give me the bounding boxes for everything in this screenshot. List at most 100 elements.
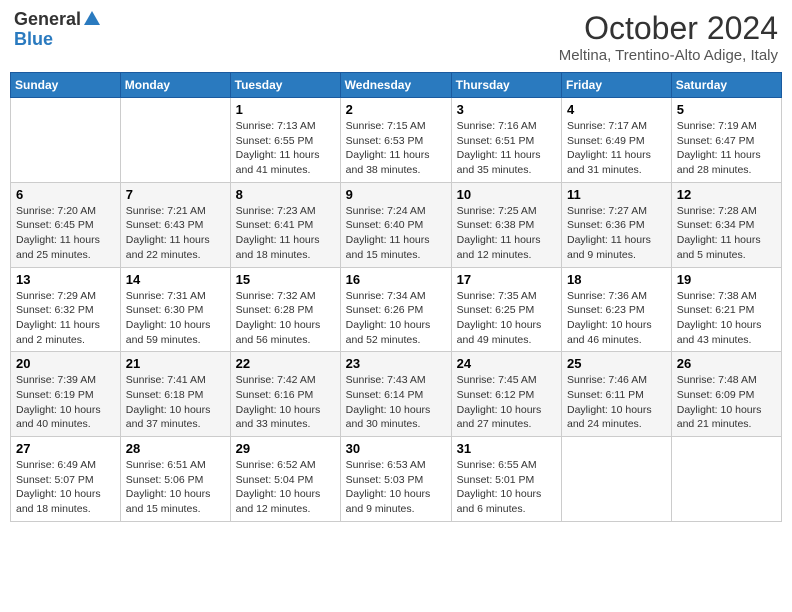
day-info: Sunrise: 7:39 AMSunset: 6:19 PMDaylight:…: [16, 373, 115, 432]
calendar-day-cell: 30 Sunrise: 6:53 AMSunset: 5:03 PMDayligh…: [340, 437, 451, 522]
day-info: Sunrise: 6:55 AMSunset: 5:01 PMDaylight:…: [457, 458, 556, 517]
day-of-week-header: Thursday: [451, 73, 561, 98]
day-number: 20: [16, 356, 115, 371]
day-number: 11: [567, 187, 666, 202]
calendar-day-cell: 19 Sunrise: 7:38 AMSunset: 6:21 PMDayligh…: [671, 267, 781, 352]
day-number: 2: [346, 102, 446, 117]
day-number: 3: [457, 102, 556, 117]
calendar-day-cell: 1 Sunrise: 7:13 AMSunset: 6:55 PMDaylight…: [230, 98, 340, 183]
calendar-day-cell: 7Sunrise: 7:21 AMSunset: 6:43 PMDaylight…: [120, 182, 230, 267]
day-number: 31: [457, 441, 556, 456]
day-info: Sunrise: 7:46 AMSunset: 6:11 PMDaylight:…: [567, 373, 666, 432]
calendar-day-cell: 14 Sunrise: 7:31 AMSunset: 6:30 PMDayligh…: [120, 267, 230, 352]
calendar-day-cell: 8 Sunrise: 7:23 AMSunset: 6:41 PMDaylight…: [230, 182, 340, 267]
page-header: General Blue October 2024 Meltina, Trent…: [10, 10, 782, 64]
day-info: Sunrise: 7:42 AMSunset: 6:16 PMDaylight:…: [236, 373, 335, 432]
calendar-day-cell: 25 Sunrise: 7:46 AMSunset: 6:11 PMDayligh…: [562, 352, 672, 437]
day-info: Sunrise: 7:43 AMSunset: 6:14 PMDaylight:…: [346, 373, 446, 432]
calendar-day-cell: 21Sunrise: 7:41 AMSunset: 6:18 PMDayligh…: [120, 352, 230, 437]
calendar-day-cell: 5 Sunrise: 7:19 AMSunset: 6:47 PMDaylight…: [671, 98, 781, 183]
calendar-day-cell: 17Sunrise: 7:35 AMSunset: 6:25 PMDayligh…: [451, 267, 561, 352]
calendar-day-cell: 16 Sunrise: 7:34 AMSunset: 6:26 PMDayligh…: [340, 267, 451, 352]
day-info: Sunrise: 7:13 AMSunset: 6:55 PMDaylight:…: [236, 119, 335, 178]
location-title: Meltina, Trentino-Alto Adige, Italy: [559, 47, 778, 64]
day-info: Sunrise: 7:38 AMSunset: 6:21 PMDaylight:…: [677, 289, 776, 348]
day-number: 5: [677, 102, 776, 117]
day-of-week-header: Sunday: [11, 73, 121, 98]
logo-triangle-icon: [83, 9, 101, 27]
calendar-week-row: 1 Sunrise: 7:13 AMSunset: 6:55 PMDaylight…: [11, 98, 782, 183]
day-number: 4: [567, 102, 666, 117]
calendar-day-cell: 9 Sunrise: 7:24 AMSunset: 6:40 PMDaylight…: [340, 182, 451, 267]
title-block: October 2024 Meltina, Trentino-Alto Adig…: [559, 10, 778, 64]
day-info: Sunrise: 7:23 AMSunset: 6:41 PMDaylight:…: [236, 204, 335, 263]
day-number: 6: [16, 187, 115, 202]
day-info: Sunrise: 6:53 AMSunset: 5:03 PMDaylight:…: [346, 458, 446, 517]
day-number: 9: [346, 187, 446, 202]
day-info: Sunrise: 7:27 AMSunset: 6:36 PMDaylight:…: [567, 204, 666, 263]
day-info: Sunrise: 7:20 AMSunset: 6:45 PMDaylight:…: [16, 204, 115, 263]
calendar-day-cell: 31 Sunrise: 6:55 AMSunset: 5:01 PMDayligh…: [451, 437, 561, 522]
day-number: 12: [677, 187, 776, 202]
day-number: 15: [236, 272, 335, 287]
day-info: Sunrise: 6:49 AMSunset: 5:07 PMDaylight:…: [16, 458, 115, 517]
calendar-day-cell: 4 Sunrise: 7:17 AMSunset: 6:49 PMDaylight…: [562, 98, 672, 183]
day-number: 7: [126, 187, 225, 202]
day-number: 22: [236, 356, 335, 371]
calendar-day-cell: 12 Sunrise: 7:28 AMSunset: 6:34 PMDayligh…: [671, 182, 781, 267]
calendar-week-row: 6 Sunrise: 7:20 AMSunset: 6:45 PMDaylight…: [11, 182, 782, 267]
calendar-day-cell: 29Sunrise: 6:52 AMSunset: 5:04 PMDayligh…: [230, 437, 340, 522]
day-info: Sunrise: 7:34 AMSunset: 6:26 PMDaylight:…: [346, 289, 446, 348]
day-number: 14: [126, 272, 225, 287]
day-number: 16: [346, 272, 446, 287]
day-info: Sunrise: 7:19 AMSunset: 6:47 PMDaylight:…: [677, 119, 776, 178]
day-info: Sunrise: 7:25 AMSunset: 6:38 PMDaylight:…: [457, 204, 556, 263]
day-number: 19: [677, 272, 776, 287]
day-number: 25: [567, 356, 666, 371]
day-info: Sunrise: 6:52 AMSunset: 5:04 PMDaylight:…: [236, 458, 335, 517]
logo-general: General: [14, 10, 81, 30]
calendar-header-row: SundayMondayTuesdayWednesdayThursdayFrid…: [11, 73, 782, 98]
day-number: 21: [126, 356, 225, 371]
calendar-day-cell: 27Sunrise: 6:49 AMSunset: 5:07 PMDayligh…: [11, 437, 121, 522]
calendar-day-cell: 23 Sunrise: 7:43 AMSunset: 6:14 PMDayligh…: [340, 352, 451, 437]
calendar-day-cell: 13 Sunrise: 7:29 AMSunset: 6:32 PMDayligh…: [11, 267, 121, 352]
day-info: Sunrise: 7:16 AMSunset: 6:51 PMDaylight:…: [457, 119, 556, 178]
calendar-day-cell: 22 Sunrise: 7:42 AMSunset: 6:16 PMDayligh…: [230, 352, 340, 437]
day-number: 8: [236, 187, 335, 202]
day-info: Sunrise: 7:32 AMSunset: 6:28 PMDaylight:…: [236, 289, 335, 348]
day-number: 30: [346, 441, 446, 456]
day-number: 28: [126, 441, 225, 456]
day-info: Sunrise: 7:35 AMSunset: 6:25 PMDaylight:…: [457, 289, 556, 348]
day-of-week-header: Saturday: [671, 73, 781, 98]
calendar-day-cell: [11, 98, 121, 183]
calendar-week-row: 13 Sunrise: 7:29 AMSunset: 6:32 PMDayligh…: [11, 267, 782, 352]
calendar-day-cell: [120, 98, 230, 183]
calendar-day-cell: 28Sunrise: 6:51 AMSunset: 5:06 PMDayligh…: [120, 437, 230, 522]
day-number: 1: [236, 102, 335, 117]
day-info: Sunrise: 7:29 AMSunset: 6:32 PMDaylight:…: [16, 289, 115, 348]
day-info: Sunrise: 7:28 AMSunset: 6:34 PMDaylight:…: [677, 204, 776, 263]
calendar-day-cell: 26Sunrise: 7:48 AMSunset: 6:09 PMDayligh…: [671, 352, 781, 437]
calendar-day-cell: 3 Sunrise: 7:16 AMSunset: 6:51 PMDaylight…: [451, 98, 561, 183]
day-info: Sunrise: 7:24 AMSunset: 6:40 PMDaylight:…: [346, 204, 446, 263]
calendar-week-row: 20 Sunrise: 7:39 AMSunset: 6:19 PMDayligh…: [11, 352, 782, 437]
calendar-day-cell: 2Sunrise: 7:15 AMSunset: 6:53 PMDaylight…: [340, 98, 451, 183]
day-of-week-header: Wednesday: [340, 73, 451, 98]
logo-blue: Blue: [14, 30, 53, 50]
calendar-day-cell: 11 Sunrise: 7:27 AMSunset: 6:36 PMDayligh…: [562, 182, 672, 267]
day-info: Sunrise: 7:45 AMSunset: 6:12 PMDaylight:…: [457, 373, 556, 432]
calendar-day-cell: 20 Sunrise: 7:39 AMSunset: 6:19 PMDayligh…: [11, 352, 121, 437]
logo: General Blue: [14, 10, 101, 50]
day-number: 23: [346, 356, 446, 371]
calendar-day-cell: 6 Sunrise: 7:20 AMSunset: 6:45 PMDaylight…: [11, 182, 121, 267]
calendar-day-cell: 24Sunrise: 7:45 AMSunset: 6:12 PMDayligh…: [451, 352, 561, 437]
day-number: 13: [16, 272, 115, 287]
day-of-week-header: Tuesday: [230, 73, 340, 98]
calendar-table: SundayMondayTuesdayWednesdayThursdayFrid…: [10, 72, 782, 522]
day-of-week-header: Friday: [562, 73, 672, 98]
day-number: 10: [457, 187, 556, 202]
day-info: Sunrise: 7:17 AMSunset: 6:49 PMDaylight:…: [567, 119, 666, 178]
day-info: Sunrise: 7:31 AMSunset: 6:30 PMDaylight:…: [126, 289, 225, 348]
day-info: Sunrise: 7:36 AMSunset: 6:23 PMDaylight:…: [567, 289, 666, 348]
